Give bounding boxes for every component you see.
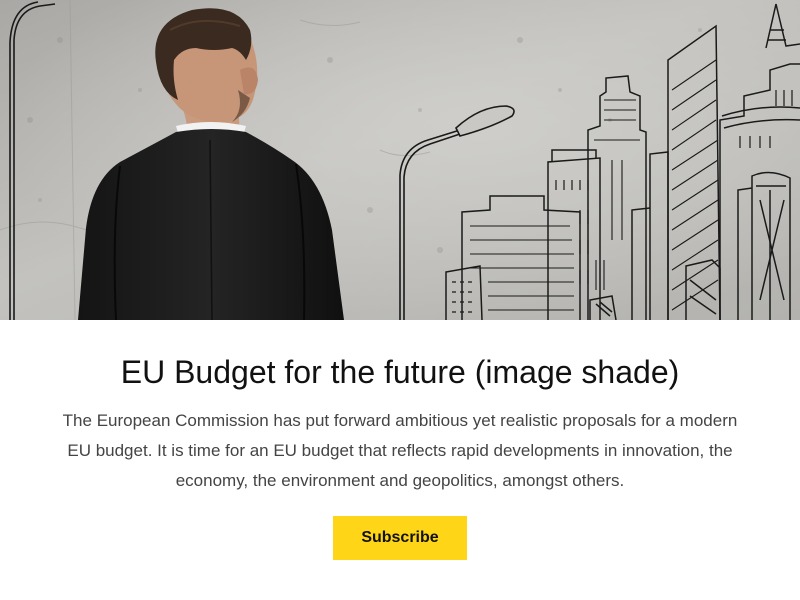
newsletter-body: The European Commission has put forward …	[62, 411, 738, 490]
content-section: EU Budget for the future (image shade) T…	[0, 320, 800, 600]
hero-image	[0, 0, 800, 320]
newsletter-title: EU Budget for the future (image shade)	[120, 354, 680, 390]
newsletter-page: EU Budget for the future (image shade) T…	[0, 0, 800, 600]
subscribe-button[interactable]: Subscribe	[333, 516, 467, 560]
